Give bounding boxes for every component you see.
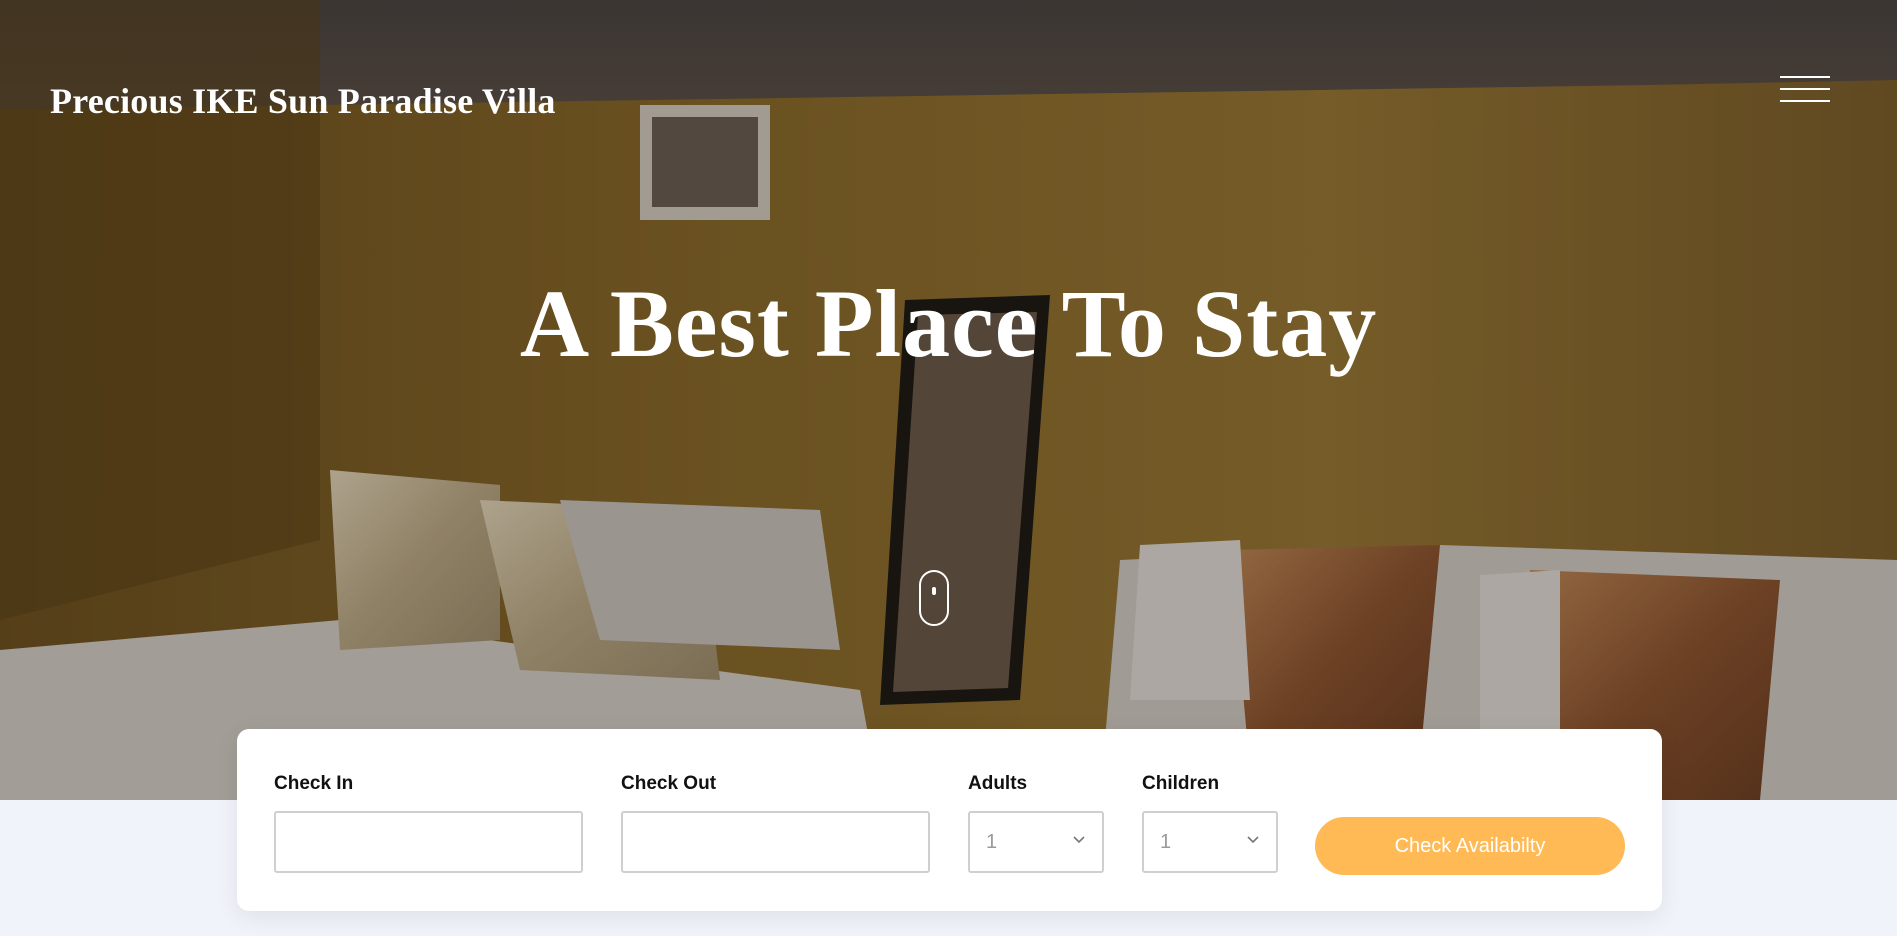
children-label: Children xyxy=(1142,773,1220,794)
adults-label: Adults xyxy=(968,773,1028,794)
chevron-down-icon xyxy=(1247,836,1259,844)
menu-line xyxy=(1780,76,1830,78)
check-out-label: Check Out xyxy=(621,773,717,794)
children-selected-value: 1 xyxy=(1160,831,1172,853)
check-in-label: Check In xyxy=(274,773,354,794)
hero-headline: A Best Place To Stay xyxy=(519,270,1378,377)
adults-selected-value: 1 xyxy=(986,831,998,853)
adults-select[interactable]: 1 xyxy=(968,811,1104,873)
mouse-wheel xyxy=(932,587,936,595)
hamburger-menu-icon[interactable] xyxy=(1780,76,1830,106)
hero-section: Precious IKE Sun Paradise Villa A Best P… xyxy=(0,0,1897,800)
menu-line xyxy=(1780,100,1830,102)
chevron-down-icon xyxy=(1073,836,1085,844)
site-brand-logo[interactable]: Precious IKE Sun Paradise Villa xyxy=(50,80,556,122)
check-availability-button[interactable]: Check Availabilty xyxy=(1315,817,1625,875)
children-select[interactable]: 1 xyxy=(1142,811,1278,873)
check-out-input[interactable] xyxy=(621,811,930,873)
mouse-scroll-icon[interactable] xyxy=(919,570,949,660)
mouse-outline xyxy=(919,570,949,626)
booking-form: Check In Check Out Adults 1 Children 1 C… xyxy=(237,729,1662,911)
menu-line xyxy=(1780,88,1830,90)
check-in-input[interactable] xyxy=(274,811,583,873)
